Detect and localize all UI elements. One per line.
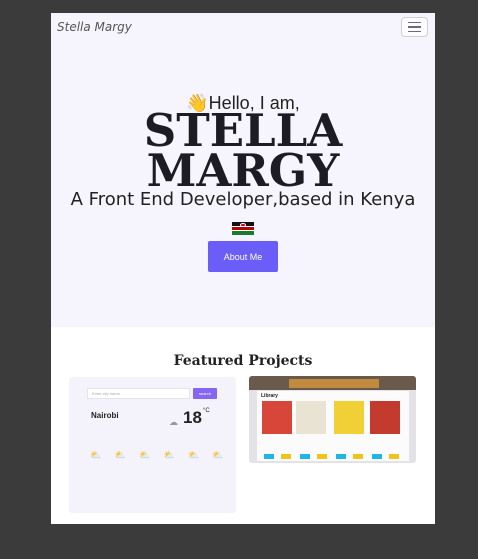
weather-search-input: Enter city name xyxy=(87,388,190,399)
weather-city: Nairobi xyxy=(91,411,119,420)
hamburger-icon xyxy=(408,21,421,24)
brand-logo[interactable]: Stella Margy xyxy=(57,20,132,34)
weather-project-card[interactable]: Enter city name search Nairobi ☁ 18 °C ⛅… xyxy=(69,377,236,513)
book-button xyxy=(372,454,382,459)
partly-cloudy-icon: ⛅ xyxy=(212,450,224,460)
hero-section: 👋Hello, I am, STELLA MARGY A Front End D… xyxy=(51,41,435,327)
hero-name: STELLA MARGY xyxy=(51,108,435,197)
book-button xyxy=(300,454,310,459)
forecast-day: ⛅ xyxy=(87,447,105,463)
weather-search-button: search xyxy=(193,388,217,399)
weather-temperature: 18 xyxy=(183,408,202,427)
partly-cloudy-icon: ⛅ xyxy=(163,450,175,460)
book-cover xyxy=(262,401,292,434)
book-button xyxy=(336,454,346,459)
hero-name-line2: MARGY xyxy=(146,144,340,197)
book-button xyxy=(264,454,274,459)
forecast-day: ⛅ xyxy=(111,447,129,463)
book-cover xyxy=(334,401,364,434)
book-button xyxy=(389,454,399,459)
library-title: Library xyxy=(261,393,278,399)
book-button xyxy=(317,454,327,459)
partly-cloudy-icon: ⛅ xyxy=(139,450,151,460)
weather-unit: °C xyxy=(203,408,210,414)
menu-toggle-button[interactable] xyxy=(401,17,428,37)
book-cover xyxy=(370,401,400,434)
partly-cloudy-icon: ⛅ xyxy=(187,450,200,460)
forecast-day: ⛅ xyxy=(160,447,178,463)
book-button xyxy=(281,454,291,459)
kenya-flag-icon xyxy=(232,222,254,236)
weather-forecast: ⛅ ⛅ ⛅ ⛅ ⛅ ⛅ xyxy=(87,447,227,463)
page: Stella Margy 👋Hello, I am, STELLA MARGY … xyxy=(51,13,435,524)
partly-cloudy-icon: ⛅ xyxy=(114,450,126,460)
featured-projects-heading: Featured Projects xyxy=(173,353,313,369)
book-button xyxy=(353,454,363,459)
book-cover xyxy=(296,401,326,434)
partly-cloudy-icon: ⛅ xyxy=(90,450,102,460)
forecast-day: ⛅ xyxy=(209,447,227,463)
library-sign xyxy=(289,379,379,388)
forecast-day: ⛅ xyxy=(136,447,154,463)
navbar: Stella Margy xyxy=(51,13,435,41)
cloud-icon: ☁ xyxy=(169,417,178,427)
forecast-day: ⛅ xyxy=(185,447,203,463)
about-me-button[interactable]: About Me xyxy=(208,241,278,272)
library-project-card[interactable]: Library xyxy=(249,376,416,463)
hero-tagline: A Front End Developer,based in Kenya xyxy=(70,189,416,210)
